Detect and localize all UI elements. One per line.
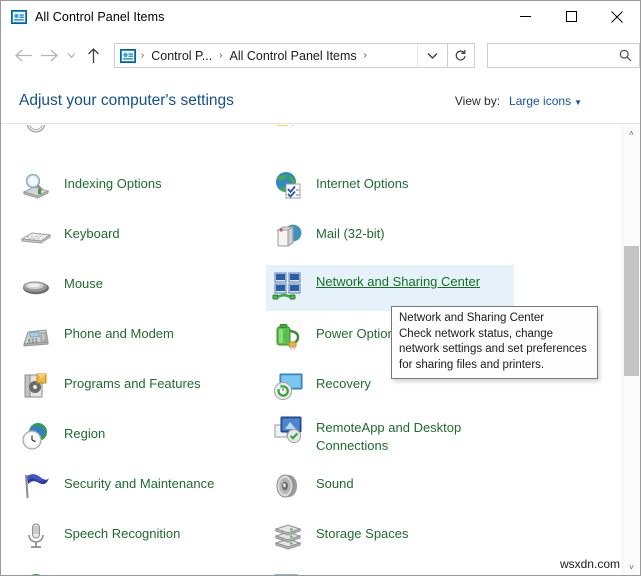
title-bar: All Control Panel Items bbox=[1, 1, 640, 32]
list-item-internet-options[interactable]: Internet Options bbox=[266, 165, 514, 209]
window-controls bbox=[502, 1, 640, 32]
list-item-remoteapp-and-desktop-connections[interactable]: RemoteApp and Desktop Connections bbox=[266, 409, 514, 455]
view-by-value-wrap[interactable]: Large icons▼ bbox=[509, 92, 582, 110]
list-item-label: Programs and Features bbox=[64, 369, 201, 393]
list-item-label: Power Options bbox=[316, 319, 401, 343]
search-input[interactable] bbox=[494, 49, 619, 63]
list-item-phone-and-modem[interactable]: Phone and Modem bbox=[14, 315, 264, 359]
up-arrow-icon[interactable] bbox=[80, 43, 106, 69]
back-arrow-icon[interactable] bbox=[11, 43, 37, 69]
recovery-icon bbox=[272, 370, 304, 402]
list-item-sound[interactable]: Sound bbox=[266, 465, 514, 509]
page-title: Adjust your computer's settings bbox=[19, 92, 234, 110]
list-item[interactable] bbox=[14, 125, 264, 141]
region-icon bbox=[20, 420, 52, 452]
system-icon bbox=[272, 570, 304, 576]
list-item-label: Storage Spaces bbox=[316, 519, 409, 543]
list-item[interactable] bbox=[266, 125, 514, 141]
list-item-indexing-options[interactable]: Indexing Options bbox=[14, 165, 264, 209]
list-item-label: Keyboard bbox=[64, 219, 120, 243]
sync-center-icon bbox=[20, 570, 52, 576]
internet-options-icon bbox=[272, 170, 304, 202]
window-title: All Control Panel Items bbox=[35, 10, 164, 24]
scrollbar-thumb[interactable] bbox=[624, 246, 639, 376]
list-item-label: Recovery bbox=[316, 369, 371, 393]
list-item-label: Indexing Options bbox=[64, 169, 162, 193]
scroll-up-arrow-icon[interactable]: ˄ bbox=[623, 125, 640, 142]
list-item-label: Phone and Modem bbox=[64, 319, 174, 343]
tooltip: Network and Sharing Center Check network… bbox=[391, 306, 598, 379]
list-item-sync-center[interactable]: Sync Center bbox=[14, 565, 264, 576]
tooltip-line-4: for sharing files and printers. bbox=[399, 358, 591, 374]
network-and-sharing-center-icon bbox=[272, 270, 304, 302]
list-item-label: Network and Sharing Center bbox=[316, 269, 480, 291]
breadcrumb-separator: › bbox=[359, 50, 372, 61]
control-panel-icon bbox=[120, 48, 136, 64]
control-panel-icon bbox=[11, 9, 27, 25]
list-item-label: Mail (32-bit) bbox=[316, 219, 385, 243]
list-item-label: Internet Options bbox=[316, 169, 409, 193]
list-item-label: Speech Recognition bbox=[64, 519, 180, 543]
mouse-icon bbox=[20, 270, 52, 302]
list-item-system[interactable]: System bbox=[266, 565, 514, 576]
address-bar[interactable]: › Control P... › All Control Panel Items… bbox=[114, 43, 448, 68]
navigation-bar: › Control P... › All Control Panel Items… bbox=[1, 32, 640, 79]
view-by-value[interactable]: Large icons bbox=[509, 94, 571, 108]
power-options-icon bbox=[272, 320, 304, 352]
breadcrumb-separator: › bbox=[214, 50, 227, 61]
search-box[interactable] bbox=[487, 43, 640, 68]
view-by-label: View by: bbox=[455, 94, 500, 108]
remoteapp-and-desktop-connections-icon bbox=[272, 414, 304, 446]
breadcrumb-separator: › bbox=[136, 50, 149, 61]
list-item-label: RemoteApp and Desktop Connections bbox=[316, 413, 476, 455]
list-item-label: Security and Maintenance bbox=[64, 469, 214, 493]
header-strip: Adjust your computer's settings View by:… bbox=[1, 79, 640, 124]
list-item-keyboard[interactable]: Keyboard bbox=[14, 215, 264, 259]
list-item-label: Mouse bbox=[64, 269, 103, 293]
mail-icon bbox=[272, 220, 304, 252]
chevron-down-icon[interactable] bbox=[417, 44, 447, 67]
security-and-maintenance-icon bbox=[20, 470, 52, 502]
list-item-programs-and-features[interactable]: Programs and Features bbox=[14, 365, 264, 409]
speech-recognition-icon bbox=[20, 520, 52, 552]
sound-icon bbox=[272, 470, 304, 502]
tooltip-title: Network and Sharing Center bbox=[399, 311, 591, 327]
list-item-label: Sync Center bbox=[64, 569, 136, 576]
list-item-security-and-maintenance[interactable]: Security and Maintenance bbox=[14, 465, 264, 509]
explorer-window: All Control Panel Items bbox=[0, 0, 641, 576]
tooltip-line-2: Check network status, change bbox=[399, 327, 591, 343]
list-item-label: Region bbox=[64, 419, 105, 443]
list-item-storage-spaces[interactable]: Storage Spaces bbox=[266, 515, 514, 559]
list-item-mail[interactable]: Mail (32-bit) bbox=[266, 215, 514, 259]
tooltip-line-3: network settings and set preferences bbox=[399, 342, 591, 358]
storage-spaces-icon bbox=[272, 520, 304, 552]
minimize-button[interactable] bbox=[502, 1, 548, 32]
forward-arrow-icon[interactable] bbox=[37, 43, 63, 69]
list-item-label: Sound bbox=[316, 469, 354, 493]
chevron-down-icon[interactable]: ▼ bbox=[574, 98, 582, 107]
list-item-mouse[interactable]: Mouse bbox=[14, 265, 264, 309]
close-button[interactable] bbox=[594, 1, 640, 32]
list-item-network-and-sharing-center[interactable]: Network and Sharing Center bbox=[266, 265, 514, 311]
recent-locations-icon[interactable] bbox=[62, 43, 80, 69]
programs-and-features-icon bbox=[20, 370, 52, 402]
maximize-button[interactable] bbox=[548, 1, 594, 32]
list-item-label: System bbox=[316, 569, 359, 576]
watermark: wsxdn.com bbox=[560, 557, 620, 571]
phone-and-modem-icon bbox=[20, 320, 52, 352]
refresh-icon[interactable] bbox=[448, 43, 475, 68]
indexing-options-icon bbox=[20, 170, 52, 202]
keyboard-icon bbox=[20, 220, 52, 252]
date-and-time-icon bbox=[20, 125, 52, 134]
breadcrumb-control-panel[interactable]: Control P... bbox=[149, 49, 214, 63]
list-item-speech-recognition[interactable]: Speech Recognition bbox=[14, 515, 264, 559]
scroll-down-arrow-icon[interactable]: ˅ bbox=[623, 559, 640, 576]
list-item-region[interactable]: Region bbox=[14, 415, 264, 459]
breadcrumb-all-control-panel-items[interactable]: All Control Panel Items bbox=[228, 49, 359, 63]
search-icon[interactable] bbox=[619, 49, 632, 62]
view-by-control[interactable]: View by: Large icons▼ bbox=[455, 92, 582, 110]
vertical-scrollbar[interactable]: ˄ ˅ bbox=[622, 125, 639, 576]
ease-of-access-center-icon bbox=[272, 125, 304, 134]
